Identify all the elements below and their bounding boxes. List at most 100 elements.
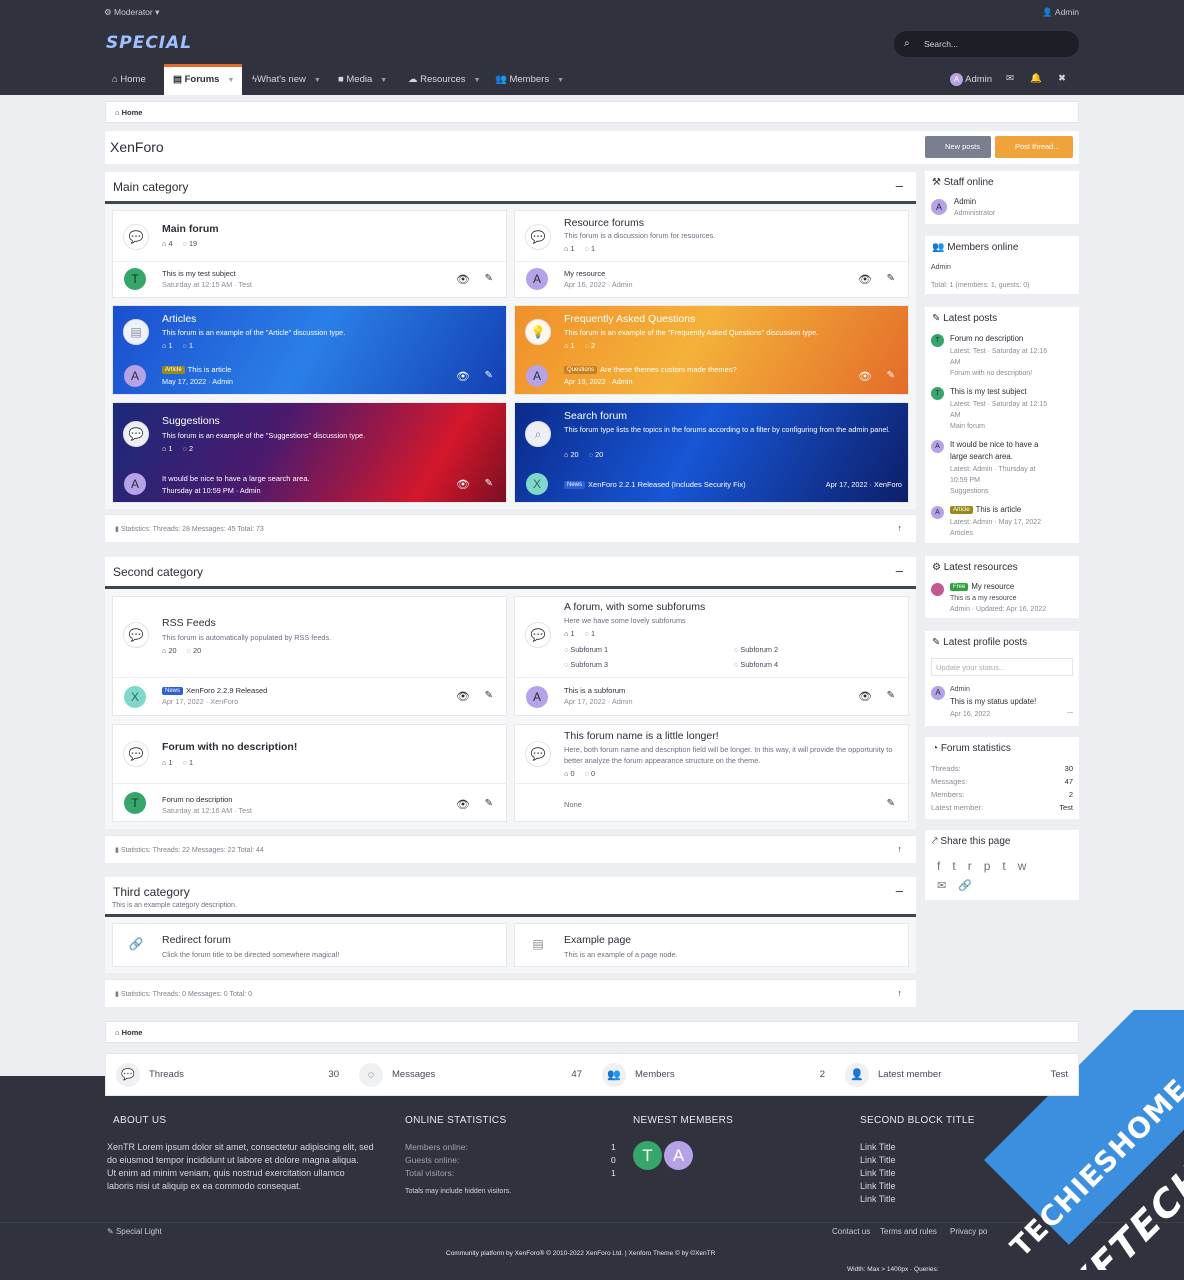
forum-node-suggestions[interactable]: 💬 Suggestions This forum is an example o… (112, 402, 507, 503)
footer-link[interactable]: Link Title (860, 1193, 896, 1206)
footer-link[interactable]: Link Title (860, 1180, 896, 1193)
reply-icon[interactable]: ✎ (485, 690, 493, 701)
post-forum[interactable]: Suggestions (950, 487, 989, 497)
reply-icon[interactable]: ✎ (485, 370, 493, 381)
reply-icon[interactable]: ✎ (887, 370, 895, 381)
bell-icon[interactable]: 🔔 (1030, 73, 1042, 84)
subforum-link[interactable]: ◌ Subforum 4 (734, 660, 778, 669)
privacy-link[interactable]: Privacy po (950, 1227, 987, 1236)
nav-members[interactable]: 👥 Members ▼ (495, 64, 570, 95)
eye-icon[interactable]: 👁 (456, 273, 470, 286)
last-post-title[interactable]: Questions Are these themes custom made th… (564, 365, 737, 374)
nav-media[interactable]: ■ Media ▼ (338, 64, 400, 95)
category-header[interactable]: Third category This is an example catego… (105, 877, 916, 917)
forum-node-articles[interactable]: ▤ Articles This forum is an example of t… (112, 305, 507, 395)
chevron-down-icon[interactable]: ▼ (474, 77, 481, 84)
last-post-title[interactable]: Article This is article (162, 365, 231, 374)
avatar[interactable]: A (931, 506, 944, 519)
settings-icon[interactable]: ✖ (1058, 73, 1066, 84)
search-input[interactable]: ⌕ Search... (894, 31, 1079, 57)
reply-icon[interactable]: ✎ (485, 798, 493, 809)
avatar[interactable]: A (124, 365, 146, 387)
reddit-icon[interactable]: r (968, 859, 984, 873)
forum-node-page[interactable]: ▤ Example page This is an example of a p… (514, 923, 909, 967)
category-header[interactable]: Main category – (105, 172, 916, 204)
admin-top-link[interactable]: 👤 Admin (1042, 7, 1079, 18)
subforum-link[interactable]: ◌ Subforum 2 (734, 645, 778, 654)
avatar[interactable]: A (526, 686, 548, 708)
nav-resources[interactable]: ☁ Resources ▼ (408, 64, 490, 95)
resource-icon[interactable] (931, 583, 944, 596)
last-post-title[interactable]: News XenForo 2.2.1 Released (Includes Sec… (564, 480, 746, 489)
forum-node-longer[interactable]: 💬 This forum name is a little longer! He… (514, 724, 909, 822)
chevron-down-icon[interactable]: ▼ (380, 77, 387, 84)
forum-node-faq[interactable]: 💡 Frequently Asked Questions This forum … (514, 305, 909, 395)
last-post-title[interactable]: This is a subforum (564, 686, 625, 695)
collapse-icon[interactable]: – (896, 178, 903, 193)
avatar[interactable]: T (931, 334, 944, 347)
chevron-down-icon[interactable]: ▼ (314, 77, 321, 84)
forum-node-resources[interactable]: 💬 Resource forums This forum is a discus… (514, 210, 909, 298)
envelope-icon[interactable]: ✉ (1006, 73, 1014, 84)
eye-icon[interactable]: 👁 (456, 478, 470, 491)
style-chooser[interactable]: ✎ Special Light (107, 1227, 162, 1236)
eye-icon[interactable]: 👁 (858, 273, 872, 286)
breadcrumb-footer[interactable]: ⌂ Home (105, 1021, 1079, 1043)
category-title[interactable]: Third category (113, 885, 190, 899)
category-title[interactable]: Second category (113, 565, 203, 579)
resource-title[interactable]: Free My resource (950, 582, 1014, 591)
member-link[interactable]: Admin (931, 263, 951, 273)
subforum-link[interactable]: ◌ Subforum 3 (564, 660, 608, 669)
collapse-icon[interactable]: – (896, 563, 903, 578)
moderator-menu[interactable]: ⚙ Moderator ▾ (104, 7, 159, 18)
link-icon[interactable]: 🔗 (958, 880, 984, 892)
footer-link[interactable]: Link Title (860, 1141, 896, 1154)
terms-link[interactable]: Terms and rules (880, 1227, 937, 1236)
post-title[interactable]: This is my test subject (950, 387, 1027, 396)
last-post-title[interactable]: It would be nice to have a large search … (162, 474, 310, 483)
whatsapp-icon[interactable]: w (1018, 859, 1039, 873)
forum-title[interactable]: Suggestions (162, 415, 220, 427)
email-icon[interactable]: ✉ (937, 880, 958, 892)
forum-title[interactable]: Search forum (564, 410, 627, 422)
nav-forums[interactable]: ▤ Forums ▼ (164, 64, 242, 95)
avatar[interactable]: A (664, 1141, 693, 1170)
tumblr-icon[interactable]: t (1002, 859, 1017, 873)
pinterest-icon[interactable]: p (984, 859, 1003, 873)
more-options-icon[interactable]: ... (1067, 707, 1073, 717)
reply-icon[interactable]: ✎ (887, 798, 895, 809)
avatar[interactable]: T (633, 1141, 662, 1170)
eye-icon[interactable]: 👁 (858, 690, 872, 703)
arrow-up-icon[interactable]: ↑ (898, 523, 903, 533)
avatar[interactable]: A (124, 473, 146, 495)
post-thread-button[interactable]: Post thread... (995, 136, 1073, 158)
forum-title[interactable]: Frequently Asked Questions (564, 313, 695, 325)
avatar[interactable]: A (931, 440, 944, 453)
avatar[interactable]: A (526, 268, 548, 290)
status-input[interactable]: Update your status... (931, 658, 1073, 676)
footer-link[interactable]: Link Title (860, 1154, 896, 1167)
subforum-link[interactable]: ◌ Subforum 1 (564, 645, 608, 654)
last-post-title[interactable]: My resource (564, 269, 605, 278)
forum-title[interactable]: This forum name is a little longer! (564, 730, 719, 742)
nav-user-admin[interactable]: A Admin (950, 73, 992, 86)
arrow-up-icon[interactable]: ↑ (898, 988, 903, 998)
post-title[interactable]: It would be nice to have a (950, 440, 1038, 449)
eye-icon[interactable]: 👁 (858, 370, 872, 383)
eye-icon[interactable]: 👁 (456, 370, 470, 383)
avatar[interactable]: X (124, 686, 146, 708)
collapse-icon[interactable]: – (896, 883, 903, 898)
forum-title[interactable]: Example page (564, 934, 631, 946)
chevron-down-icon[interactable]: ▼ (227, 77, 234, 84)
forum-node-main[interactable]: 💬 Main forum ⌂ 4 ◌ 19 T This is my test … (112, 210, 507, 298)
forum-node-subforums[interactable]: 💬 A forum, with some subforums Here we h… (514, 596, 909, 716)
last-post-title[interactable]: Forum no description (162, 795, 232, 804)
facebook-icon[interactable]: f (937, 859, 952, 873)
reply-icon[interactable]: ✎ (485, 273, 493, 284)
breadcrumb[interactable]: ⌂ Home (105, 101, 1079, 123)
forum-node-search[interactable]: ⌕ Search forum This forum type lists the… (514, 402, 909, 503)
staff-name[interactable]: Admin (954, 197, 976, 206)
twitter-icon[interactable]: t (952, 859, 967, 873)
forum-node-rss[interactable]: 💬 RSS Feeds This forum is automatically … (112, 596, 507, 716)
contact-link[interactable]: Contact us (832, 1227, 870, 1236)
